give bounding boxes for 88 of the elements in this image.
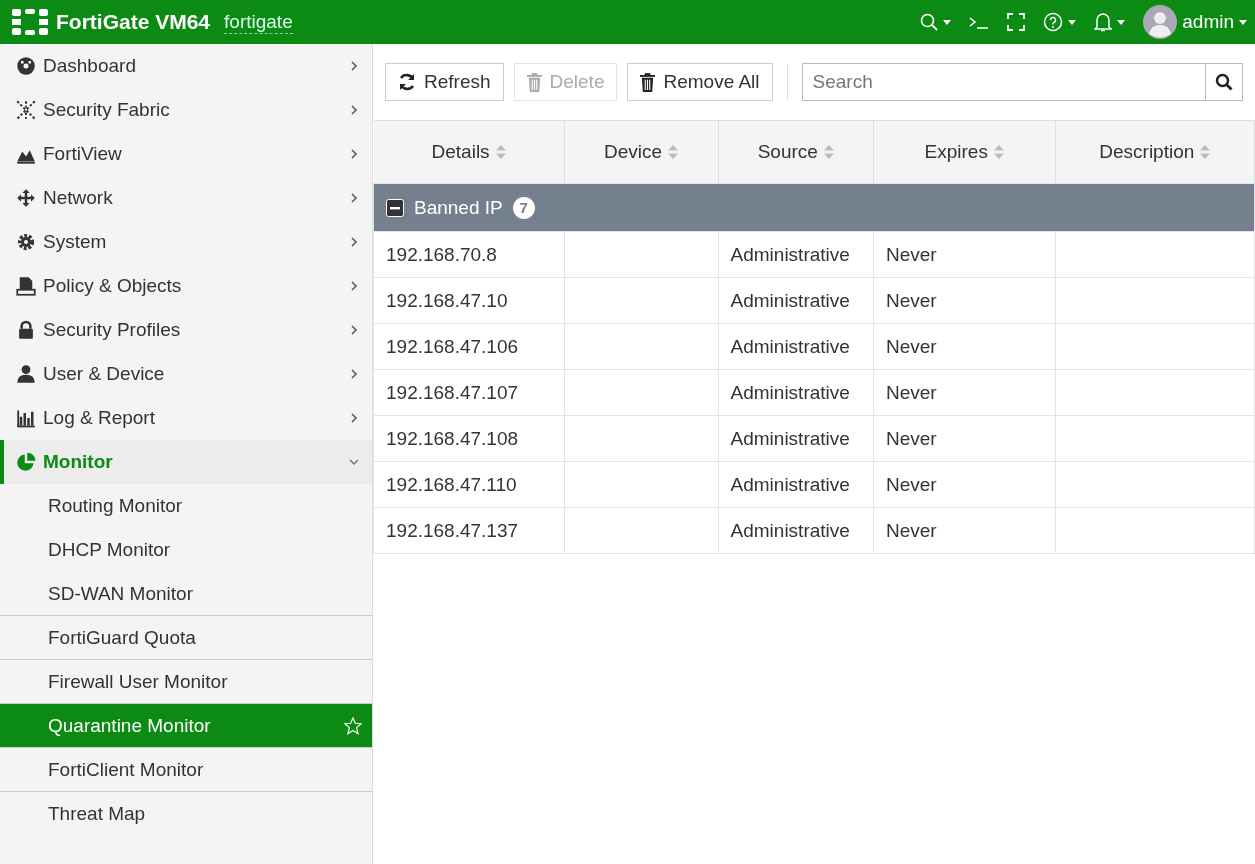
nav-item[interactable]: Monitor — [0, 440, 372, 484]
group-label: Banned IP — [414, 196, 503, 219]
chevron-icon — [348, 412, 360, 424]
sort-icon — [1200, 145, 1211, 159]
chevron-icon — [348, 368, 360, 380]
table-cell: Never — [873, 461, 1056, 508]
table-cell: Never — [873, 415, 1056, 462]
toolbar-button[interactable]: Remove All — [627, 63, 773, 101]
table-cell: 192.168.47.108 — [373, 415, 565, 462]
nav-item[interactable]: Policy & Objects — [0, 264, 372, 308]
sort-icon — [993, 145, 1004, 159]
terminal-icon[interactable] — [969, 15, 990, 29]
bell-icon[interactable] — [1094, 12, 1113, 32]
table-cell: 192.168.47.10 — [373, 277, 565, 324]
table-cell: 192.168.47.110 — [373, 461, 565, 508]
table-cell: Never — [873, 277, 1056, 324]
table-cell: Administrative — [718, 507, 874, 554]
sort-icon — [823, 145, 834, 159]
table-cell: Administrative — [718, 323, 874, 370]
caret-icon — [943, 19, 952, 25]
table-cell: 192.168.47.106 — [373, 323, 565, 370]
nav-item[interactable]: Security Profiles — [0, 308, 372, 352]
table-cell: Never — [873, 507, 1056, 554]
bar-chart-icon — [16, 408, 36, 428]
column-header[interactable]: Source — [718, 120, 874, 184]
search-icon[interactable] — [920, 13, 939, 31]
nav-item[interactable]: Dashboard — [0, 44, 372, 88]
table-cell: Never — [873, 369, 1056, 416]
nav-item[interactable]: System — [0, 220, 372, 264]
username[interactable]: admin — [1182, 11, 1234, 33]
document-icon — [16, 276, 36, 296]
star-icon[interactable] — [344, 716, 362, 735]
column-header[interactable]: Description — [1055, 120, 1255, 184]
nav-item[interactable]: Log & Report — [0, 396, 372, 440]
chevron-icon — [348, 236, 360, 248]
nav-item[interactable]: User & Device — [0, 352, 372, 396]
table-cell: 192.168.47.107 — [373, 369, 565, 416]
caret-icon — [1239, 19, 1247, 25]
chevron-icon — [348, 324, 360, 336]
table-cell: Administrative — [718, 369, 874, 416]
table-cell: Never — [873, 323, 1056, 370]
table-cell: Administrative — [718, 415, 874, 462]
move-arrows-icon — [16, 188, 36, 208]
user-icon — [16, 364, 36, 384]
trash-icon — [526, 72, 542, 92]
hostname-link[interactable]: fortigate — [224, 10, 293, 34]
chevron-icon — [348, 104, 360, 116]
nav-subitem[interactable]: Quarantine Monitor — [0, 704, 372, 748]
column-header[interactable]: Expires — [873, 120, 1056, 184]
column-header[interactable]: Details — [373, 120, 565, 184]
search-button[interactable] — [1205, 63, 1243, 101]
fullscreen-icon[interactable] — [1007, 13, 1026, 31]
nav-item[interactable]: FortiView — [0, 132, 372, 176]
nav-item[interactable]: Network — [0, 176, 372, 220]
chevron-icon — [348, 456, 360, 468]
table-cell: 192.168.47.137 — [373, 507, 565, 554]
table-cell: 192.168.70.8 — [373, 231, 565, 278]
sparkle-icon — [16, 100, 36, 120]
trash-icon — [640, 72, 656, 92]
dashboard-icon — [16, 56, 36, 76]
help-icon[interactable] — [1043, 12, 1064, 32]
logo-icon — [12, 9, 48, 35]
chevron-icon — [348, 148, 360, 160]
avatar-icon[interactable] — [1143, 5, 1178, 39]
count-badge: 7 — [512, 196, 535, 219]
search-field[interactable]: Search — [801, 63, 1205, 101]
chevron-icon — [348, 60, 360, 72]
sort-icon — [668, 145, 679, 159]
group-row[interactable]: Banned IP 7 — [373, 183, 1255, 232]
lock-icon — [16, 320, 36, 340]
chevron-icon — [348, 192, 360, 204]
product-name: FortiGate VM64 — [56, 10, 211, 34]
refresh-icon — [398, 73, 416, 91]
collapse-icon[interactable] — [386, 198, 404, 217]
search-icon — [1215, 73, 1233, 91]
nav-item[interactable]: Security Fabric — [0, 88, 372, 132]
column-header[interactable]: Device — [564, 120, 719, 184]
caret-icon — [1068, 19, 1077, 25]
pie-chart-icon — [16, 452, 36, 472]
chevron-icon — [348, 280, 360, 292]
table-cell: Administrative — [718, 231, 874, 278]
gear-icon — [16, 232, 36, 252]
sort-icon — [495, 145, 506, 159]
caret-icon — [1117, 19, 1126, 25]
table-cell: Administrative — [718, 461, 874, 508]
table-cell: Administrative — [718, 277, 874, 324]
table-cell: Never — [873, 231, 1056, 278]
toolbar-button[interactable]: Refresh — [385, 63, 504, 101]
